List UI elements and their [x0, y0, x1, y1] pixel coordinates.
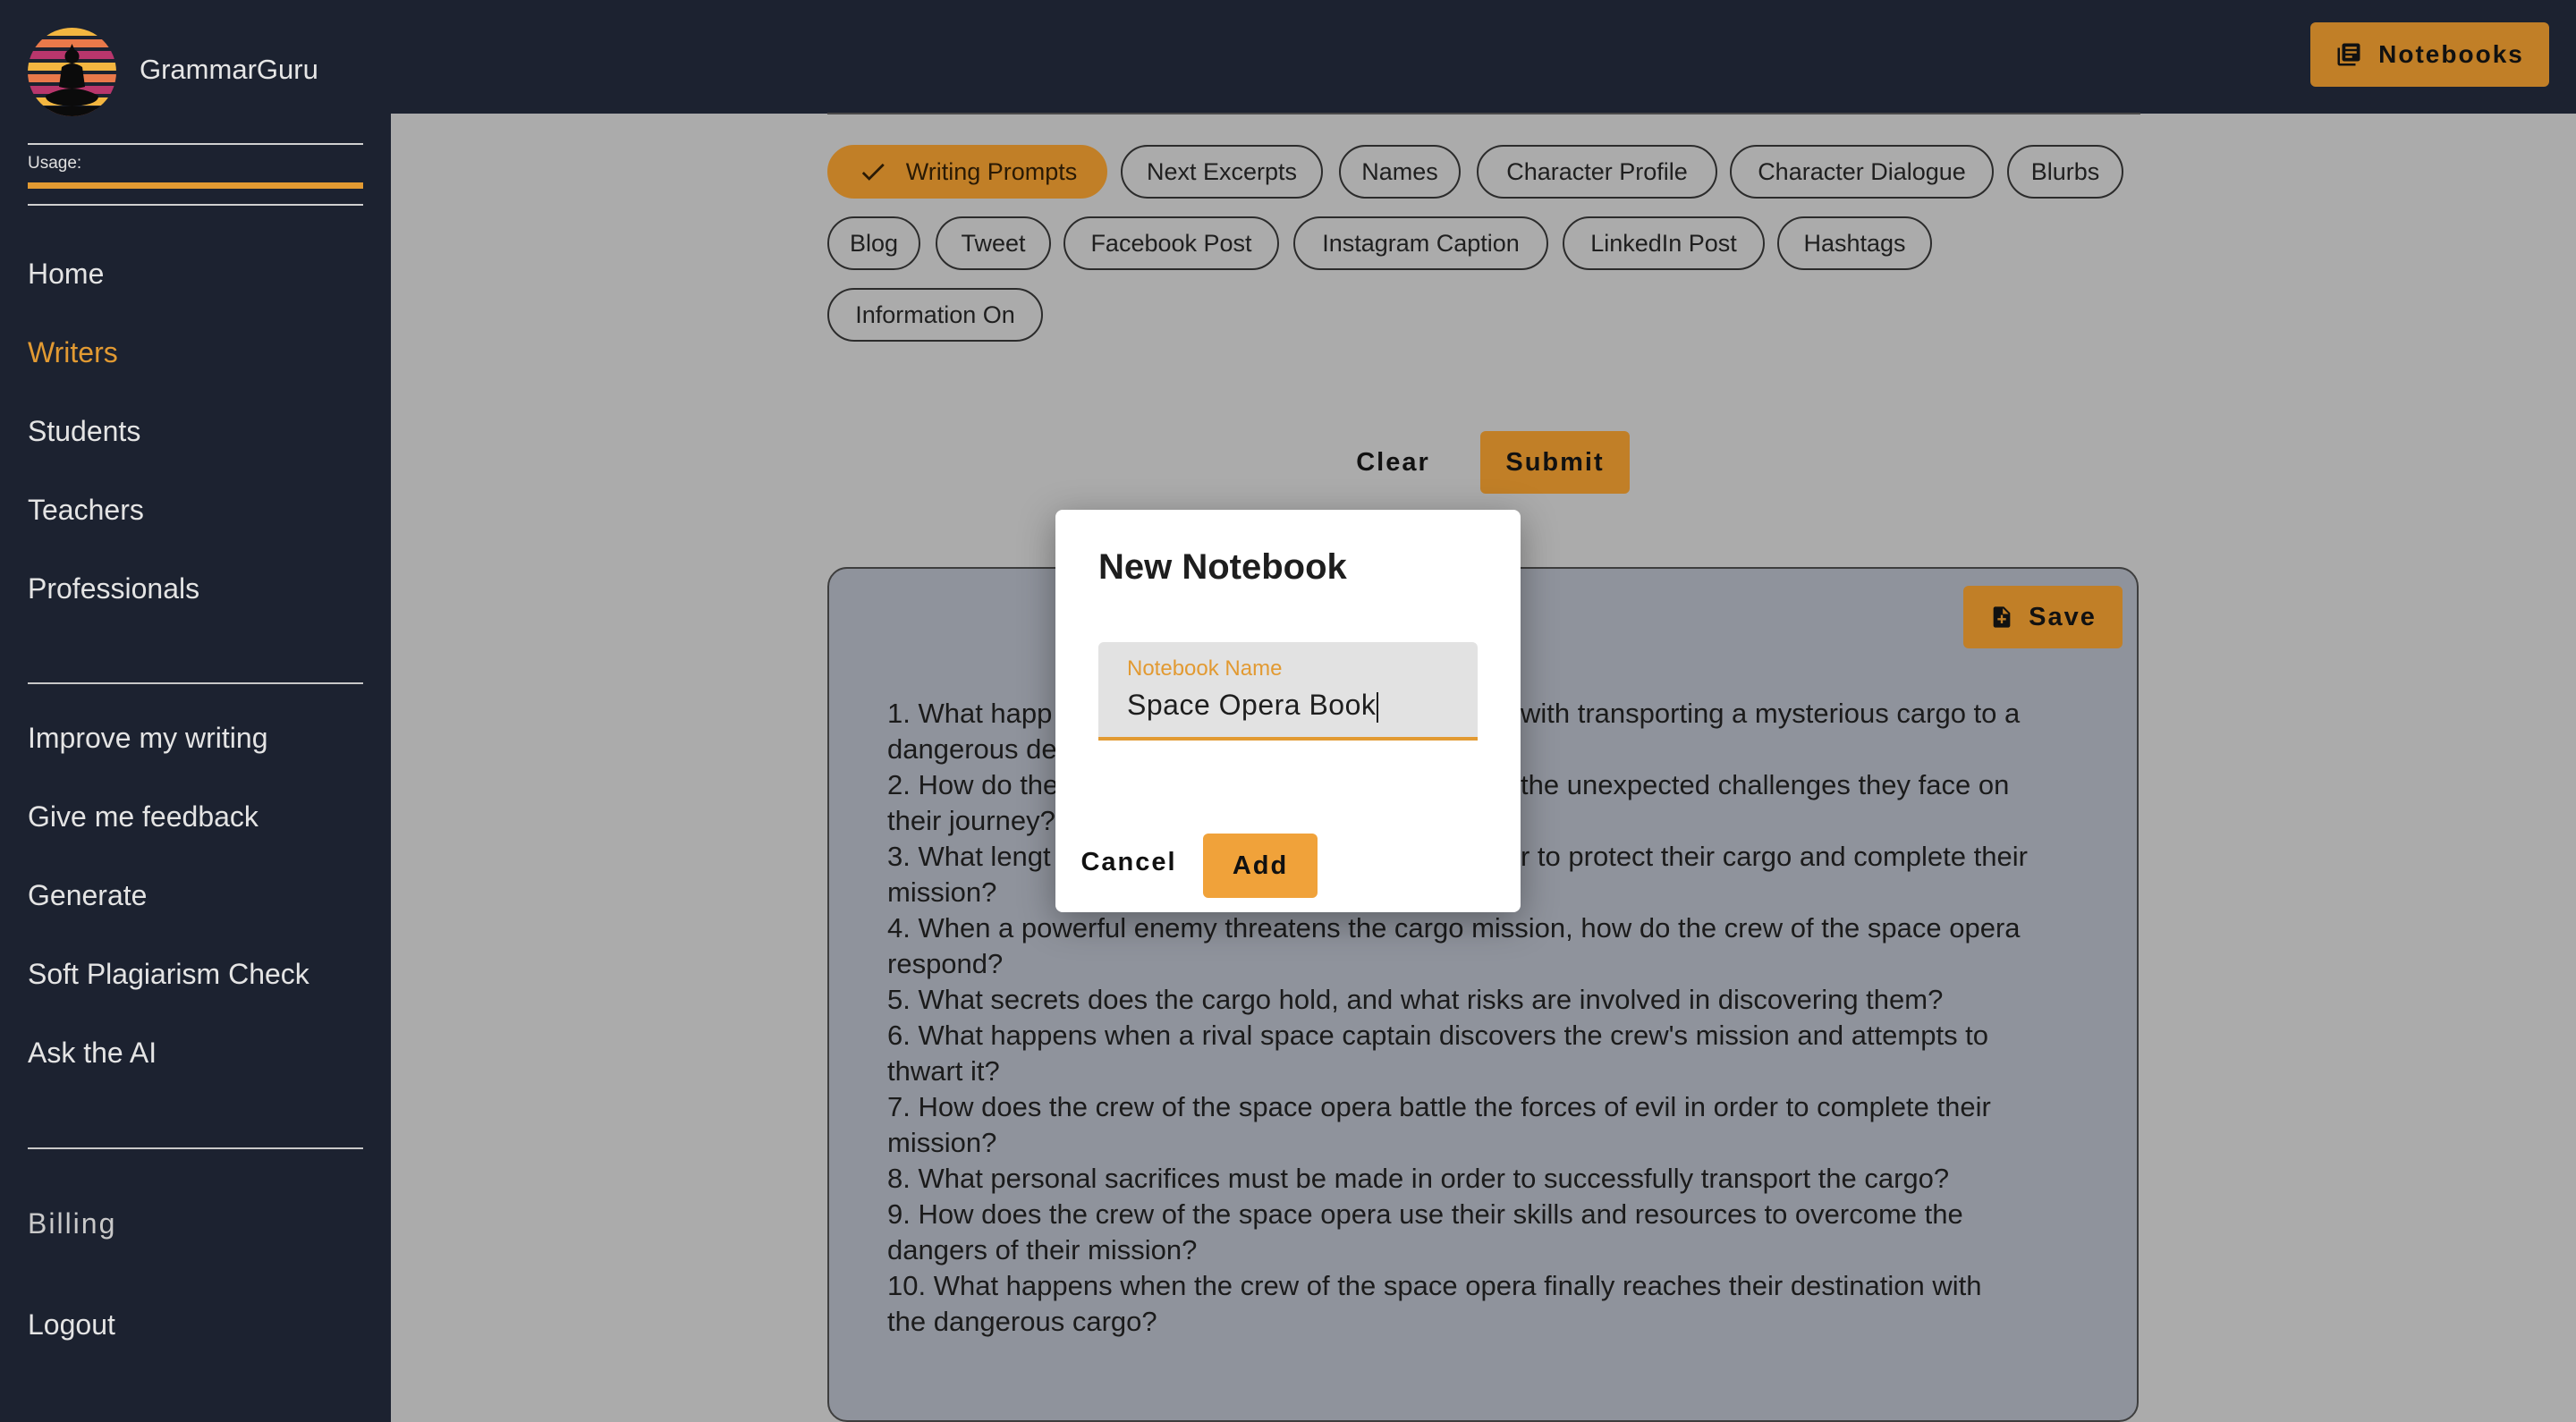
sidebar-item-writers[interactable]: Writers — [28, 336, 118, 369]
divider — [28, 143, 363, 145]
chip-linkedin-post[interactable]: LinkedIn Post — [1563, 216, 1765, 270]
divider — [28, 682, 363, 684]
divider — [827, 113, 2140, 114]
output-line: 8. What personal sacrifices must be made… — [887, 1163, 1950, 1194]
sidebar-item-plagiarism-check[interactable]: Soft Plagiarism Check — [28, 958, 309, 991]
output-line: thwart it? — [887, 1055, 1000, 1087]
output-line: 7. How does the crew of the space opera … — [887, 1091, 1991, 1122]
cancel-button[interactable]: Cancel — [1075, 830, 1182, 894]
sidebar-item-teachers[interactable]: Teachers — [28, 494, 144, 527]
submit-button[interactable]: Submit — [1480, 431, 1630, 494]
chip-instagram-caption[interactable]: Instagram Caption — [1293, 216, 1548, 270]
notebooks-label: Notebooks — [2378, 40, 2524, 68]
chip-character-dialogue[interactable]: Character Dialogue — [1730, 145, 1994, 199]
top-bar — [391, 0, 2576, 114]
sidebar-item-ask-ai[interactable]: Ask the AI — [28, 1037, 157, 1070]
notebooks-button[interactable]: Notebooks — [2310, 22, 2549, 87]
chip-information-on[interactable]: Information On — [827, 288, 1043, 342]
sidebar-item-professionals[interactable]: Professionals — [28, 572, 199, 605]
chip-tweet[interactable]: Tweet — [936, 216, 1051, 270]
add-button[interactable]: Add — [1203, 834, 1318, 898]
notebook-name-input[interactable]: Space Opera Book — [1127, 689, 1379, 723]
divider — [28, 1147, 363, 1149]
chip-hashtags[interactable]: Hashtags — [1777, 216, 1932, 270]
output-line: dangers of their mission? — [887, 1234, 1198, 1265]
chip-blurbs[interactable]: Blurbs — [2007, 145, 2123, 199]
sidebar-item-billing[interactable]: Billing — [28, 1207, 116, 1240]
sidebar-item-generate[interactable]: Generate — [28, 879, 147, 912]
sidebar-item-improve-writing[interactable]: Improve my writing — [28, 722, 268, 755]
dialog-title: New Notebook — [1098, 547, 1347, 587]
output-line: respond? — [887, 948, 1004, 979]
usage-label: Usage: — [28, 154, 82, 173]
chip-facebook-post[interactable]: Facebook Post — [1063, 216, 1279, 270]
chip-names[interactable]: Names — [1339, 145, 1461, 199]
meditation-logo-icon[interactable] — [28, 28, 116, 116]
sidebar-item-logout[interactable]: Logout — [28, 1308, 115, 1342]
new-notebook-dialog: New Notebook Notebook Name Space Opera B… — [1055, 510, 1521, 912]
output-line: mission? — [887, 1127, 997, 1158]
output-line: 9. How does the crew of the space opera … — [887, 1198, 1963, 1230]
chip-label: Writing Prompts — [905, 157, 1078, 185]
chip-writing-prompts[interactable]: Writing Prompts — [827, 145, 1107, 199]
output-line-fragment: r to protect their cargo and complete th… — [1521, 841, 2028, 872]
sidebar-item-feedback[interactable]: Give me feedback — [28, 800, 258, 834]
output-line-fragment: with transporting a mysterious cargo to … — [1521, 698, 2021, 729]
chip-blog[interactable]: Blog — [827, 216, 920, 270]
output-line: 5. What secrets does the cargo hold, and… — [887, 984, 1944, 1015]
field-label: Notebook Name — [1127, 656, 1283, 681]
save-file-icon — [1993, 606, 2011, 628]
chip-next-excerpts[interactable]: Next Excerpts — [1121, 145, 1323, 199]
sidebar-item-home[interactable]: Home — [28, 258, 104, 291]
notebook-name-field[interactable]: Notebook Name Space Opera Book — [1098, 642, 1478, 741]
clear-button[interactable]: Clear — [1337, 431, 1449, 494]
save-label: Save — [2029, 602, 2097, 631]
field-value-text: Space Opera Book — [1127, 689, 1377, 721]
output-line: 10. What happens when the crew of the sp… — [887, 1270, 1982, 1301]
output-line: 4. When a powerful enemy threatens the c… — [887, 912, 2021, 944]
output-line: the dangerous cargo? — [887, 1306, 1157, 1337]
usage-progress-bar — [28, 182, 363, 189]
check-icon — [861, 163, 885, 181]
divider — [28, 204, 363, 206]
output-line-fragment: the unexpected challenges they face on — [1521, 769, 2010, 800]
output-line: 6. What happens when a rival space capta… — [887, 1020, 1989, 1051]
save-button[interactable]: Save — [1963, 586, 2123, 648]
app-title: GrammarGuru — [140, 54, 318, 85]
sidebar-item-students[interactable]: Students — [28, 415, 140, 448]
chip-character-profile[interactable]: Character Profile — [1477, 145, 1717, 199]
text-caret — [1377, 691, 1379, 723]
notebook-icon — [2337, 43, 2360, 66]
sidebar: GrammarGuru Usage: Home Writers Students… — [0, 0, 391, 1422]
usage-progress-fill — [28, 182, 363, 189]
